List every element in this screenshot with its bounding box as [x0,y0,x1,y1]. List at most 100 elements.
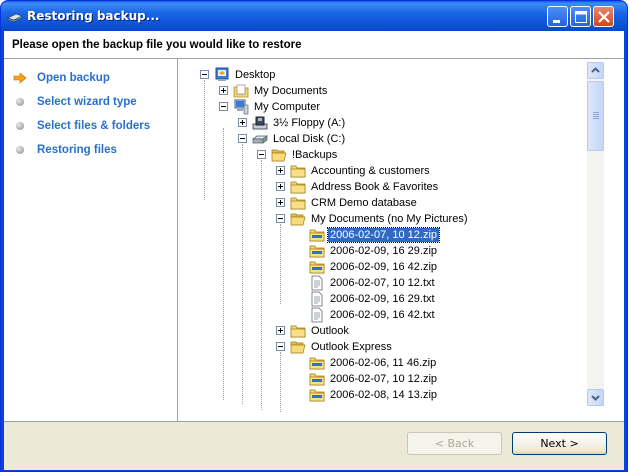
node-label: Outlook Express [311,341,392,353]
tree-node[interactable]: 3½ Floppy (A:) [238,115,347,131]
tree-node[interactable]: 2006-02-06, 11 46.zip [295,355,438,371]
zip-icon [309,387,325,403]
tree-node[interactable]: Accounting & customers [276,163,432,179]
close-button[interactable] [593,6,614,27]
node-label: Local Disk (C:) [273,133,346,145]
tree-node[interactable]: My Computer [219,99,322,115]
scroll-down-button[interactable] [587,389,604,406]
scroll-thumb[interactable] [587,81,604,151]
node-label: My Documents [254,85,328,97]
zip-icon [309,227,325,243]
dot-icon [12,142,28,158]
step-open-backup: Open backup [12,69,110,87]
tree-node[interactable]: Outlook Express [276,339,394,355]
chevron-up-icon [591,67,600,73]
tree-node[interactable]: 2006-02-07, 10 12.zip [295,371,439,387]
back-button[interactable]: < Back [407,432,502,455]
tree-node[interactable]: Address Book & Favorites [276,179,440,195]
tree-node[interactable]: 2006-02-09, 16 29.txt [295,291,437,307]
title-bar[interactable]: Restoring backup... [1,1,627,31]
folder-tree[interactable]: Desktop My Documents My Computer 3½ Flop… [191,67,597,413]
folder-open-icon [290,211,306,227]
folder-open-icon [290,339,306,355]
node-label: 2006-02-07, 10 12.zip [330,373,438,385]
node-label: 2006-02-07, 10 12.zip [326,227,441,243]
minimize-icon [553,20,560,23]
dot-icon [12,94,28,110]
window-title: Restoring backup... [27,9,160,23]
expand-toggle[interactable] [238,118,247,127]
node-label: 2006-02-09, 16 42.txt [330,309,435,321]
node-label: 2006-02-09, 16 29.zip [330,245,438,257]
collapse-toggle[interactable] [219,102,228,111]
text-file-icon [309,307,325,323]
step-select-wizard-type: Select wizard type [12,93,137,111]
expand-toggle[interactable] [276,198,285,207]
node-label: 2006-02-09, 16 42.zip [330,261,438,273]
folder-icon [290,195,306,211]
folder-tree-panel: Desktop My Documents My Computer 3½ Flop… [179,59,624,421]
node-label: 2006-02-07, 10 12.txt [330,277,435,289]
tree-node[interactable]: 2006-02-07, 10 12.txt [295,275,437,291]
zip-icon [309,371,325,387]
wizard-steps: Open backup Select wizard type Select fi… [4,59,178,421]
tree-node[interactable]: My Documents (no My Pictures) [276,211,469,227]
tree-node[interactable]: 2006-02-09, 16 42.txt [295,307,437,323]
tree-node[interactable]: 2006-02-08, 14 13.zip [295,387,439,403]
tree-scrollbar[interactable] [587,62,604,406]
collapse-toggle[interactable] [238,134,247,143]
zip-icon [309,243,325,259]
zip-icon [309,355,325,371]
folder-open-icon [271,147,287,163]
tree-node[interactable]: !Backups [257,147,339,163]
wizard-body: Please open the backup file you would li… [4,31,624,470]
node-label: 2006-02-08, 14 13.zip [330,389,438,401]
node-label: Accounting & customers [311,165,430,177]
node-label: Desktop [235,69,276,81]
zip-icon [309,259,325,275]
folder-icon [290,323,306,339]
tree-node[interactable]: Outlook [276,323,351,339]
tree-node[interactable]: My Documents [219,83,329,99]
chevron-down-icon [591,395,600,401]
disk-icon [251,131,269,147]
text-file-icon [309,291,325,307]
tree-node[interactable]: 2006-02-09, 16 29.zip [295,243,439,259]
node-label: My Documents (no My Pictures) [311,213,468,225]
wizard-header: Please open the backup file you would li… [4,31,624,59]
tree-node[interactable]: Local Disk (C:) [238,131,347,147]
tree-node-selected[interactable]: 2006-02-07, 10 12.zip [295,227,441,243]
step-select-files-folders: Select files & folders [12,117,150,135]
expand-toggle[interactable] [276,166,285,175]
step-label: Restoring files [37,144,117,156]
tree-node[interactable]: 2006-02-09, 16 42.zip [295,259,439,275]
collapse-toggle[interactable] [257,150,266,159]
node-label: Address Book & Favorites [311,181,439,193]
close-icon [598,11,610,23]
computer-icon [233,99,249,115]
step-label: Select files & folders [37,120,151,132]
tree-node[interactable]: Desktop [200,67,277,83]
expand-toggle[interactable] [276,326,285,335]
minimize-button[interactable] [547,6,568,27]
node-label: !Backups [292,149,338,161]
collapse-toggle[interactable] [200,70,209,79]
node-label: My Computer [254,101,321,113]
node-label: CRM Demo database [311,197,417,209]
expand-toggle[interactable] [219,86,228,95]
collapse-toggle[interactable] [276,214,285,223]
wizard-window: Restoring backup... Please open the back… [0,0,628,472]
step-label: Select wizard type [37,96,137,108]
next-button[interactable]: Next > [512,432,607,455]
wizard-footer: < Back Next > [4,421,624,470]
expand-toggle[interactable] [276,182,285,191]
text-file-icon [309,275,325,291]
wizard-instruction: Please open the backup file you would li… [12,39,302,51]
my-documents-icon [233,83,249,99]
node-label: 2006-02-06, 11 46.zip [330,357,437,369]
tree-node[interactable]: CRM Demo database [276,195,419,211]
maximize-button[interactable] [570,6,591,27]
folder-icon [290,179,306,195]
collapse-toggle[interactable] [276,342,285,351]
scroll-up-button[interactable] [587,62,604,79]
